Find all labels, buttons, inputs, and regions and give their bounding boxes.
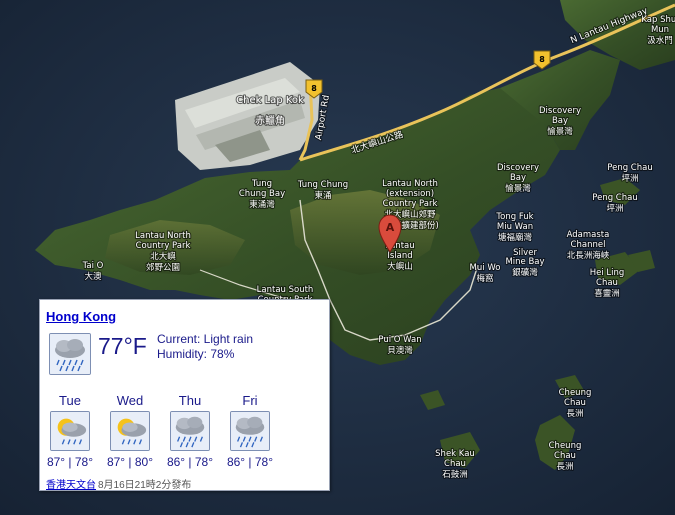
forecast-day-name: Tue: [59, 393, 81, 408]
label-lantau-north-ext-1: Lantau North: [382, 179, 438, 189]
current-humidity: Humidity: 78%: [157, 347, 235, 361]
label-peng-chau-2-zh: 坪洲: [606, 204, 623, 214]
label-adamasta-1: Adamasta: [567, 230, 610, 240]
label-lantau-island-2: Island: [387, 251, 412, 261]
label-shek-kau-1: Shek Kau: [435, 449, 475, 459]
label-peng-chau-2: Peng Chau: [592, 193, 637, 203]
current-condition: Current: Light rain: [157, 332, 254, 346]
label-lantau-north-ext-2: (extension): [386, 189, 434, 199]
label-tong-fuk-2: Miu Wan: [497, 222, 533, 232]
forecast-day: Tue 87° | 78°: [40, 393, 100, 469]
label-peng-chau-zh: 坪洲: [621, 174, 638, 184]
current-temperature: 77°F: [98, 333, 147, 359]
partly-cloudy-rain-icon: [110, 411, 150, 451]
label-silver-mine-2: Mine Bay: [505, 257, 544, 267]
label-cheung-chau-2: Chau: [564, 398, 586, 408]
label-tong-fuk-1: Tong Fuk: [495, 212, 533, 222]
label-kap-shui-1: Kap Shui: [641, 15, 675, 25]
issued-time: 8月16日21時2分發布: [98, 480, 192, 491]
label-discovery-bay-2b: Bay: [510, 173, 526, 183]
label-lantau-north-cp-zh-2: 郊野公園: [146, 262, 180, 273]
label-lantau-north-cp-zh: 北大嶼: [150, 251, 176, 262]
marker-letter: A: [386, 221, 395, 234]
city-link[interactable]: Hong Kong: [46, 309, 116, 324]
forecast-day: Thu 86° | 78°: [160, 393, 220, 469]
label-tai-o: Tai O: [82, 261, 104, 271]
label-kap-shui-2: Mun: [651, 25, 669, 35]
label-discovery-bay-1-zh: 愉景灣: [547, 126, 573, 137]
label-cheung-chau-1: Cheung: [559, 388, 592, 398]
forecast-day-name: Fri: [242, 393, 258, 408]
label-mui-wo-zh: 梅窩: [476, 273, 493, 284]
label-lantau-north-cp-1: Lantau North: [135, 231, 191, 241]
rain-cloud-icon: [230, 411, 270, 451]
label-discovery-bay-2-zh: 愉景灣: [505, 183, 531, 194]
label-chek-lap-kok: Chek Lap Kok: [236, 95, 304, 106]
label-tung-chung-zh: 東涌: [314, 190, 331, 201]
label-peng-chau: Peng Chau: [607, 163, 652, 173]
label-cheung-chau-2-2: Chau: [554, 451, 576, 461]
label-adamasta-zh: 北長洲海峽: [567, 250, 610, 261]
rain-cloud-icon: [49, 333, 91, 375]
label-mui-wo: Mui Wo: [470, 263, 501, 273]
label-tung-chung: Tung Chung: [297, 180, 348, 190]
label-tung-chung-bay-1: Tung: [251, 179, 272, 189]
forecast-day-name: Thu: [178, 393, 202, 408]
label-lantau-south-1: Lantau South: [257, 285, 314, 295]
label-lantau-island-zh: 大嶼山: [387, 261, 413, 272]
label-hei-ling-1: Hei Ling: [590, 268, 625, 278]
label-adamasta-2: Channel: [571, 240, 606, 250]
partly-cloudy-rain-icon: [50, 411, 90, 451]
svg-text:8: 8: [311, 84, 317, 93]
forecast-day: Fri 86° | 78°: [220, 393, 280, 469]
forecast-temps: 87° | 80°: [106, 455, 154, 469]
label-kap-shui-zh: 汲水門: [647, 35, 673, 46]
weather-infowindow: Hong Kong 77°F Current: Light rain Humid…: [39, 299, 330, 491]
forecast-temps: 86° | 78°: [226, 455, 274, 469]
label-tung-chung-bay-zh: 東涌灣: [249, 199, 275, 210]
label-tong-fuk-zh: 塘福廟灣: [498, 232, 533, 243]
forecast-day: Wed 87° | 80°: [100, 393, 160, 469]
label-hei-ling-zh: 喜靈洲: [594, 288, 620, 299]
label-silver-mine-zh: 銀礦灣: [512, 267, 538, 278]
label-discovery-bay-1a: Discovery: [539, 106, 581, 116]
label-cheung-chau-zh: 長洲: [566, 409, 583, 419]
forecast-day-name: Wed: [116, 393, 144, 408]
label-pui-o-wan: Pui O Wan: [378, 335, 421, 345]
label-lantau-north-ext-3: Country Park: [383, 199, 438, 209]
label-discovery-bay-1b: Bay: [552, 116, 568, 126]
label-shek-kau-2: Chau: [444, 459, 466, 469]
label-lantau-north-cp-2: Country Park: [136, 241, 191, 251]
label-cheung-chau-2-1: Cheung: [549, 441, 582, 451]
observatory-source-link[interactable]: 香港天文台: [46, 476, 96, 491]
rain-cloud-icon: [170, 411, 210, 451]
forecast-temps: 87° | 78°: [46, 455, 94, 469]
label-shek-kau-zh: 石鼓洲: [442, 469, 468, 480]
label-hei-ling-2: Chau: [596, 278, 618, 288]
label-tung-chung-bay-2: Chung Bay: [239, 189, 285, 199]
svg-text:8: 8: [539, 55, 545, 64]
forecast-temps: 86° | 78°: [166, 455, 214, 469]
label-discovery-bay-2a: Discovery: [497, 163, 539, 173]
label-pui-o-wan-zh: 貝澳灣: [387, 345, 413, 356]
label-chek-lap-kok-zh: 赤鱲角: [255, 114, 285, 127]
label-cheung-chau-2-zh: 長洲: [556, 462, 573, 472]
label-tai-o-zh: 大澳: [84, 271, 102, 282]
